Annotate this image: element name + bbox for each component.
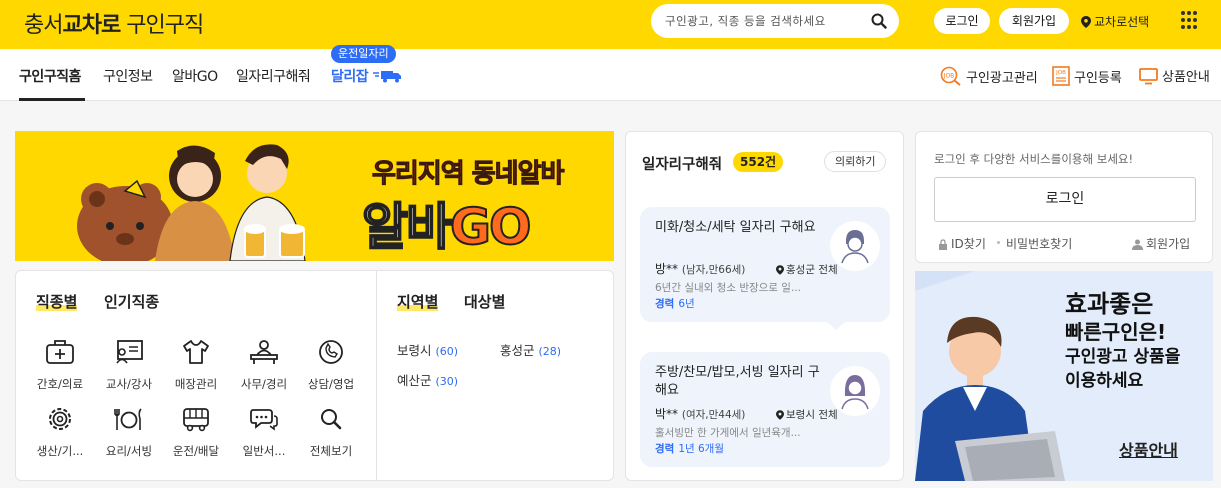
category-consulting[interactable]: 상담/영업 — [301, 339, 361, 392]
nav-job-register[interactable]: JOB 구인등록 — [1052, 66, 1122, 86]
truck-icon — [372, 71, 401, 83]
user-icon — [1132, 239, 1143, 250]
office-desk-icon — [250, 340, 278, 364]
search-icon[interactable] — [871, 13, 887, 29]
region-boryeong[interactable]: 보령시 (60) — [397, 340, 458, 359]
job-seeker-desc: 홀서빙만 한 가게에서 일년육개... — [655, 427, 801, 439]
nav-item-home[interactable]: 구인구직홈 — [19, 66, 81, 86]
site-logo[interactable]: 충서교차로 구인구직 — [24, 7, 204, 39]
top-header: 충서교차로 구인구직 로그인 회원가입 교차로선택 — [0, 0, 1221, 49]
nav-item-dallijob[interactable]: 달리잡 — [331, 66, 403, 86]
category-store[interactable]: 매장관리 — [166, 339, 226, 392]
location-pin-icon — [1081, 16, 1091, 28]
plate-utensils-icon — [114, 408, 142, 430]
search-box — [651, 4, 899, 38]
job-seeker-title: 주방/찬모/밥모,서빙 일자리 구해요 — [655, 365, 820, 398]
banner-headline: 우리지역 동네알바 — [371, 159, 564, 190]
gear-icon — [49, 408, 71, 430]
main-nav: 구인구직홈 구인정보 알바GO 일자리구해줘 운전일자리 달리잡 JOB 구인광고… — [0, 45, 1221, 101]
separator-dot — [997, 241, 1000, 244]
category-teacher[interactable]: 교사/강사 — [99, 339, 159, 392]
avatar — [830, 221, 880, 271]
category-view-all[interactable]: 전체보기 — [301, 406, 361, 459]
bus-icon — [183, 408, 209, 432]
category-panel: 직종별 인기직종 간호/의료 교사/강사 매장관리 사무/경리 상담/영업 생산… — [15, 270, 614, 481]
category-cooking[interactable]: 요리/서빙 — [99, 406, 159, 459]
product-ad-banner[interactable]: 효과좋은 빠른구인은! 구인광고 상품을 이용하세요 상품안내 — [915, 271, 1213, 481]
nav-item-albago[interactable]: 알바GO — [172, 66, 218, 86]
panel-login-button[interactable]: 로그인 — [934, 177, 1196, 222]
nav-product-info[interactable]: 상품안내 — [1139, 66, 1210, 85]
search-input[interactable] — [665, 4, 865, 38]
request-button[interactable]: 의뢰하기 — [824, 151, 887, 172]
job-seeker-name: 박** (여자,만44세) — [655, 407, 746, 421]
find-id-link[interactable]: ID찾기 — [938, 235, 986, 252]
product-info-link[interactable]: 상품안내 — [1119, 437, 1178, 461]
albago-banner[interactable]: 우리지역 동네알바 알바GO — [15, 131, 614, 261]
bubble-tail — [826, 321, 846, 330]
category-office[interactable]: 사무/경리 — [234, 339, 294, 392]
svg-text:JOB: JOB — [1055, 70, 1066, 76]
job-seeker-experience: 경력 1년 6개월 — [655, 443, 725, 455]
panel-signup-link[interactable]: 회원가입 — [1132, 235, 1190, 252]
tab-by-target[interactable]: 대상별 — [464, 291, 505, 312]
tab-by-region[interactable]: 지역별 — [397, 291, 438, 312]
female-avatar-icon — [841, 375, 869, 410]
ad-headline: 효과좋은 빠른구인은! 구인광고 상품을 이용하세요 — [1065, 290, 1181, 391]
category-medical[interactable]: 간호/의료 — [30, 339, 90, 392]
category-production[interactable]: 생산/기... — [30, 406, 90, 459]
svg-text:JOB: JOB — [943, 73, 955, 80]
find-password-link[interactable]: 비밀번호찾기 — [1006, 235, 1072, 252]
signup-button[interactable]: 회원가입 — [999, 8, 1069, 34]
job-doc-icon: JOB — [1052, 66, 1070, 86]
speech-bubbles-icon — [250, 409, 278, 431]
job-seeker-desc: 6년간 실내외 청소 반장으로 일... — [655, 282, 801, 294]
nav-item-jobs[interactable]: 구인정보 — [103, 66, 153, 86]
login-button[interactable]: 로그인 — [934, 8, 990, 34]
nav-item-find-me-job[interactable]: 일자리구해줘 — [236, 66, 311, 86]
job-seeker-location: 보령시 전체 — [776, 407, 838, 422]
teacher-board-icon — [116, 340, 143, 364]
find-me-job-panel: 일자리구해줘 552건 의뢰하기 미화/청소/세탁 일자리 구해요 방** (남… — [625, 131, 904, 481]
location-pin-icon — [776, 410, 784, 420]
bear-illustration — [77, 144, 306, 261]
find-me-job-count: 552건 — [733, 152, 784, 172]
find-me-job-title: 일자리구해줘 — [642, 157, 723, 173]
job-seeker-card[interactable]: 주방/찬모/밥모,서빙 일자리 구해요 박** (여자,만44세) 보령시 전체… — [640, 352, 890, 467]
tab-by-job-type[interactable]: 직종별 — [36, 291, 77, 312]
region-yesan[interactable]: 예산군 (30) — [397, 370, 458, 389]
lock-icon — [939, 239, 947, 250]
male-avatar-icon — [841, 230, 869, 264]
search-icon — [321, 409, 342, 430]
login-message: 로그인 후 다양한 서비스를이용해 보세요! — [934, 152, 1134, 166]
phone-chat-icon — [319, 340, 343, 364]
avatar — [830, 366, 880, 416]
job-seeker-title: 미화/청소/세탁 일자리 구해요 — [655, 220, 816, 235]
nav-ad-manage[interactable]: JOB 구인광고관리 — [940, 66, 1038, 86]
banner-albago-logo: 알바GO — [361, 197, 533, 257]
login-panel: 로그인 후 다양한 서비스를이용해 보세요! 로그인 ID찾기 비밀번호찾기 회… — [915, 131, 1213, 263]
region-select[interactable]: 교차로선택 — [1081, 13, 1149, 30]
job-seeker-card[interactable]: 미화/청소/세탁 일자리 구해요 방** (남자,만66세) 홍성군 전체 6년… — [640, 207, 890, 330]
man-laptop-illustration — [915, 271, 1065, 481]
tab-popular-jobs[interactable]: 인기직종 — [104, 291, 159, 312]
driver-jobs-badge: 운전일자리 — [331, 45, 396, 63]
shirt-icon — [183, 340, 209, 364]
region-hongseong[interactable]: 홍성군 (28) — [500, 340, 561, 359]
category-general-service[interactable]: 일반서... — [234, 406, 294, 459]
all-menu-icon[interactable] — [1181, 11, 1198, 30]
monitor-icon — [1139, 68, 1158, 85]
medical-kit-icon — [46, 340, 74, 364]
job-seeker-location: 홍성군 전체 — [776, 262, 838, 277]
nav-active-indicator — [19, 98, 85, 101]
location-pin-icon — [776, 265, 784, 275]
job-seeker-experience: 경력 6년 — [655, 298, 695, 310]
panel-divider — [376, 271, 377, 480]
job-search-icon: JOB — [940, 66, 961, 86]
job-seeker-name: 방** (남자,만66세) — [655, 262, 746, 276]
category-driving[interactable]: 운전/배달 — [166, 406, 226, 459]
